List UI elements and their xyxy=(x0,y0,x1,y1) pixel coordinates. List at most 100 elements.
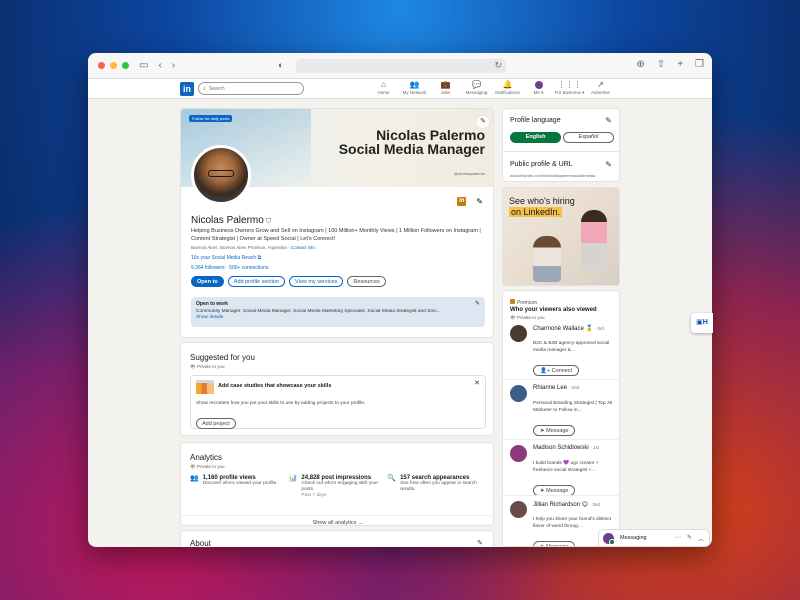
hiring-ad[interactable]: See who's hiring on LinkedIn. xyxy=(502,187,620,286)
viewer-avatar[interactable] xyxy=(510,445,527,462)
privacy-shield-icon[interactable]: ◐ xyxy=(278,60,283,70)
contact-info-link[interactable]: Contact info xyxy=(291,245,315,250)
nav-item-label: Notifications xyxy=(495,90,520,95)
reload-icon[interactable]: ↻ xyxy=(494,60,502,71)
edit-intro-icon[interactable]: ✎ xyxy=(476,197,483,206)
viewer-action-button[interactable]: ➤ Message xyxy=(533,425,576,436)
show-all-analytics-link[interactable]: Show all analytics → xyxy=(181,515,493,525)
suggestion-title: Add case studies that showcase your skil… xyxy=(218,383,332,389)
analytics-icon: 🔍 xyxy=(387,475,397,482)
viewers-also-viewed-card: Premium Who your viewers also viewed 👁 P… xyxy=(502,290,620,547)
profile-stats: 9,364 followers · 500+ connections xyxy=(191,265,269,271)
profile-website-link[interactable]: 10x your Social Media Reach ⧉ xyxy=(191,255,261,261)
viewer-name[interactable]: Charmoné Wallace 🏅 · 3rd xyxy=(533,325,604,332)
nav-item-0[interactable]: ⌂ Home xyxy=(368,80,399,96)
viewer-item: Rhianne Lee · 2nd Personal Branding Strat… xyxy=(510,385,618,441)
sidebar-toggle-icon[interactable]: ▭ xyxy=(139,60,148,71)
nav-icon: 💬 xyxy=(471,80,482,89)
profile-headline: Helping Business Owners Grow and Sell on… xyxy=(191,228,481,242)
analytics-item[interactable]: 🔍 157 search appearances See how often you… xyxy=(387,475,486,499)
nav-item-label: Jobs xyxy=(440,90,451,95)
button-icon: ➤ xyxy=(540,488,545,494)
messaging-avatar xyxy=(603,532,615,545)
eye-icon: 👁 xyxy=(510,315,516,320)
linkedin-logo[interactable]: in xyxy=(180,82,194,96)
nav-item-5[interactable]: Me ▾ xyxy=(523,80,554,96)
close-window-button[interactable] xyxy=(98,62,105,69)
analytics-desc: See how often you appear in search resul… xyxy=(400,481,477,492)
edit-about-icon[interactable]: ✎ xyxy=(477,539,483,547)
side-widget-icon[interactable]: ▣H xyxy=(691,313,713,333)
messaging-bar[interactable]: Messaging ⋯ ✎ ︿ xyxy=(598,529,710,547)
viewer-action-button[interactable]: 👤+ Connect xyxy=(533,365,580,376)
share-icon[interactable]: ⇧ xyxy=(657,59,665,70)
forward-arrow-icon[interactable]: › xyxy=(172,60,175,71)
edit-url-icon[interactable]: ✎ xyxy=(605,160,612,169)
followers-link[interactable]: 9,364 followers xyxy=(191,265,225,271)
company-logo-icon[interactable]: in xyxy=(457,197,467,206)
verified-badge-icon: ⛉ xyxy=(265,218,272,225)
ad-person-image xyxy=(581,210,607,270)
viewer-name[interactable]: Madison Schidlowski · 1st xyxy=(533,445,599,451)
close-icon[interactable]: ✕ xyxy=(474,379,480,387)
more-options-icon[interactable]: ⋯ xyxy=(675,534,681,543)
analytics-item[interactable]: 📊 24,828 post impressions Check out who's … xyxy=(289,475,388,499)
viewer-avatar[interactable] xyxy=(510,385,527,402)
resources-button[interactable]: Resources xyxy=(347,276,386,287)
nav-item-1[interactable]: 👥 My Network xyxy=(399,80,430,96)
download-icon[interactable]: ⊕ xyxy=(636,59,644,70)
about-card: About ✎ xyxy=(180,530,494,547)
nav-item-label: Me ▾ xyxy=(533,90,544,95)
view-services-button[interactable]: View my services xyxy=(289,276,344,287)
banner-badge: Follow for daily posts xyxy=(189,115,233,122)
analytics-item[interactable]: 👥 1,160 profile views Discover who's viewe… xyxy=(190,475,289,499)
edit-open-to-work-icon[interactable]: ✎ xyxy=(475,300,480,307)
viewer-avatar[interactable] xyxy=(510,325,527,342)
button-icon: ➤ xyxy=(540,544,545,547)
analytics-icon: 👥 xyxy=(190,475,199,482)
nav-item-4[interactable]: 🔔 Notifications xyxy=(492,80,523,96)
lang-english-button[interactable]: English xyxy=(510,132,561,143)
search-box[interactable]: ⌕ xyxy=(198,82,304,95)
profile-name: Nicolas Palermo ⛉ xyxy=(191,215,272,226)
case-study-illustration-icon xyxy=(196,380,214,394)
open-to-work-title: Open to work xyxy=(196,301,228,307)
edit-banner-icon[interactable]: ✎ xyxy=(477,116,489,128)
add-profile-section-button[interactable]: Add profile section xyxy=(227,276,286,287)
add-project-button[interactable]: Add project xyxy=(196,418,236,429)
minimize-window-button[interactable] xyxy=(110,62,117,69)
url-bar[interactable]: ↻ xyxy=(296,59,506,73)
viewer-item: Madison Schidlowski · 1st I build brands … xyxy=(510,445,618,501)
show-details-link[interactable]: Show details xyxy=(196,315,480,320)
analytics-note: Past 7 days xyxy=(301,493,327,498)
edit-language-icon[interactable]: ✎ xyxy=(605,116,612,125)
viewer-avatar[interactable] xyxy=(510,501,527,518)
chevron-up-icon[interactable]: ︿ xyxy=(698,534,704,543)
open-to-button[interactable]: Open to xyxy=(191,276,224,287)
profile-avatar[interactable] xyxy=(191,145,251,205)
nav-item-6[interactable]: ⋮⋮⋮ For Business ▾ xyxy=(554,80,585,96)
suggested-title: Suggested for you xyxy=(190,353,255,362)
tab-overview-icon[interactable]: ❐ xyxy=(695,59,704,70)
nav-item-2[interactable]: 💼 Jobs xyxy=(430,80,461,96)
nav-item-7[interactable]: ↗ Advertise xyxy=(585,80,616,96)
connections-link[interactable]: 500+ connections xyxy=(229,265,268,271)
profile-card: Follow for daily posts Nicolas Palermo S… xyxy=(180,108,494,338)
compose-icon[interactable]: ✎ xyxy=(687,534,692,543)
search-input[interactable] xyxy=(208,85,289,92)
premium-label: Premium xyxy=(510,299,537,306)
maximize-window-button[interactable] xyxy=(122,62,129,69)
browser-window: ▭ ‹ › ◐ ↻ ⊕ ⇧ + ❐ in ⌕ ⌂Home👥My Network💼… xyxy=(88,53,712,547)
nav-item-label: For Business ▾ xyxy=(554,90,585,95)
viewer-name[interactable]: Jillian Richardson 😊 · 2nd xyxy=(533,501,600,508)
nav-item-3[interactable]: 💬 Messaging xyxy=(461,80,492,96)
profile-location: Buenos Aires, Buenos Aires Province, Arg… xyxy=(191,245,315,250)
viewer-name[interactable]: Rhianne Lee · 2nd xyxy=(533,385,579,391)
nav-item-label: Advertise xyxy=(591,90,610,95)
public-profile-url: www.linkedin.com/in/nicolaspalermosocial… xyxy=(510,173,596,178)
viewer-action-button[interactable]: ➤ Message xyxy=(533,541,576,547)
new-tab-icon[interactable]: + xyxy=(677,59,683,70)
lang-spanish-button[interactable]: Español xyxy=(563,132,614,143)
analytics-desc: Discover who's viewed your profile. xyxy=(202,481,278,486)
back-arrow-icon[interactable]: ‹ xyxy=(158,60,161,71)
